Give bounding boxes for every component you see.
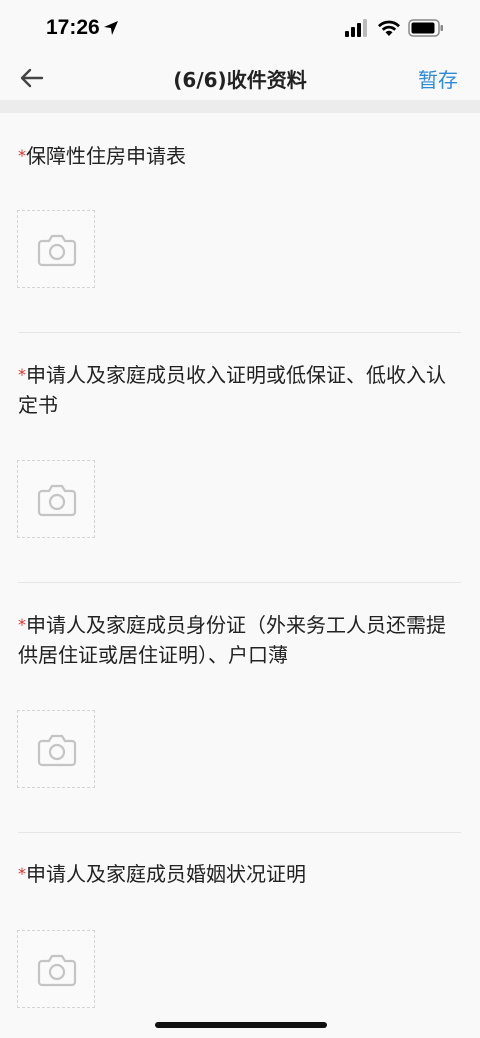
section-title-text: 申请人及家庭成员身份证（外来务工人员还需提供居住证或居住证明）、户口薄 <box>18 613 446 667</box>
section-divider <box>18 332 461 333</box>
section-title: *申请人及家庭成员身份证（外来务工人员还需提供居住证或居住证明）、户口薄 <box>18 610 461 670</box>
status-bar: 17:26 <box>0 0 480 56</box>
section-title: *保障性住房申请表 <box>18 141 461 171</box>
header-divider <box>0 100 480 113</box>
required-mark: * <box>18 146 26 165</box>
camera-icon <box>37 234 77 267</box>
required-mark: * <box>18 615 26 634</box>
battery-icon <box>408 19 443 37</box>
home-indicator[interactable] <box>155 1022 327 1028</box>
section-title: *申请人及家庭成员收入证明或低保证、低收入认定书 <box>18 360 461 420</box>
required-mark: * <box>18 365 26 384</box>
save-draft-button[interactable]: 暂存 <box>418 64 458 93</box>
upload-photo-button[interactable] <box>17 210 95 288</box>
upload-photo-button[interactable] <box>17 710 95 788</box>
camera-icon <box>37 954 77 987</box>
camera-icon <box>37 734 77 767</box>
section-title-text: 申请人及家庭成员收入证明或低保证、低收入认定书 <box>18 363 446 417</box>
wifi-icon <box>378 20 400 36</box>
camera-icon <box>37 484 77 517</box>
nav-bar: (6/6)收件资料 暂存 <box>0 56 480 100</box>
page-title: (6/6)收件资料 <box>173 68 307 92</box>
section-divider <box>18 832 461 833</box>
section-divider <box>18 582 461 583</box>
section-title-text: 保障性住房申请表 <box>26 144 186 168</box>
upload-photo-button[interactable] <box>17 930 95 1008</box>
location-arrow-icon <box>104 21 118 35</box>
upload-photo-button[interactable] <box>17 460 95 538</box>
status-time: 17:26 <box>46 16 100 39</box>
section-title-text: 申请人及家庭成员婚姻状况证明 <box>26 862 306 886</box>
cellular-signal-icon <box>345 19 367 37</box>
required-mark: * <box>18 864 26 883</box>
section-title: *申请人及家庭成员婚姻状况证明 <box>18 859 461 889</box>
